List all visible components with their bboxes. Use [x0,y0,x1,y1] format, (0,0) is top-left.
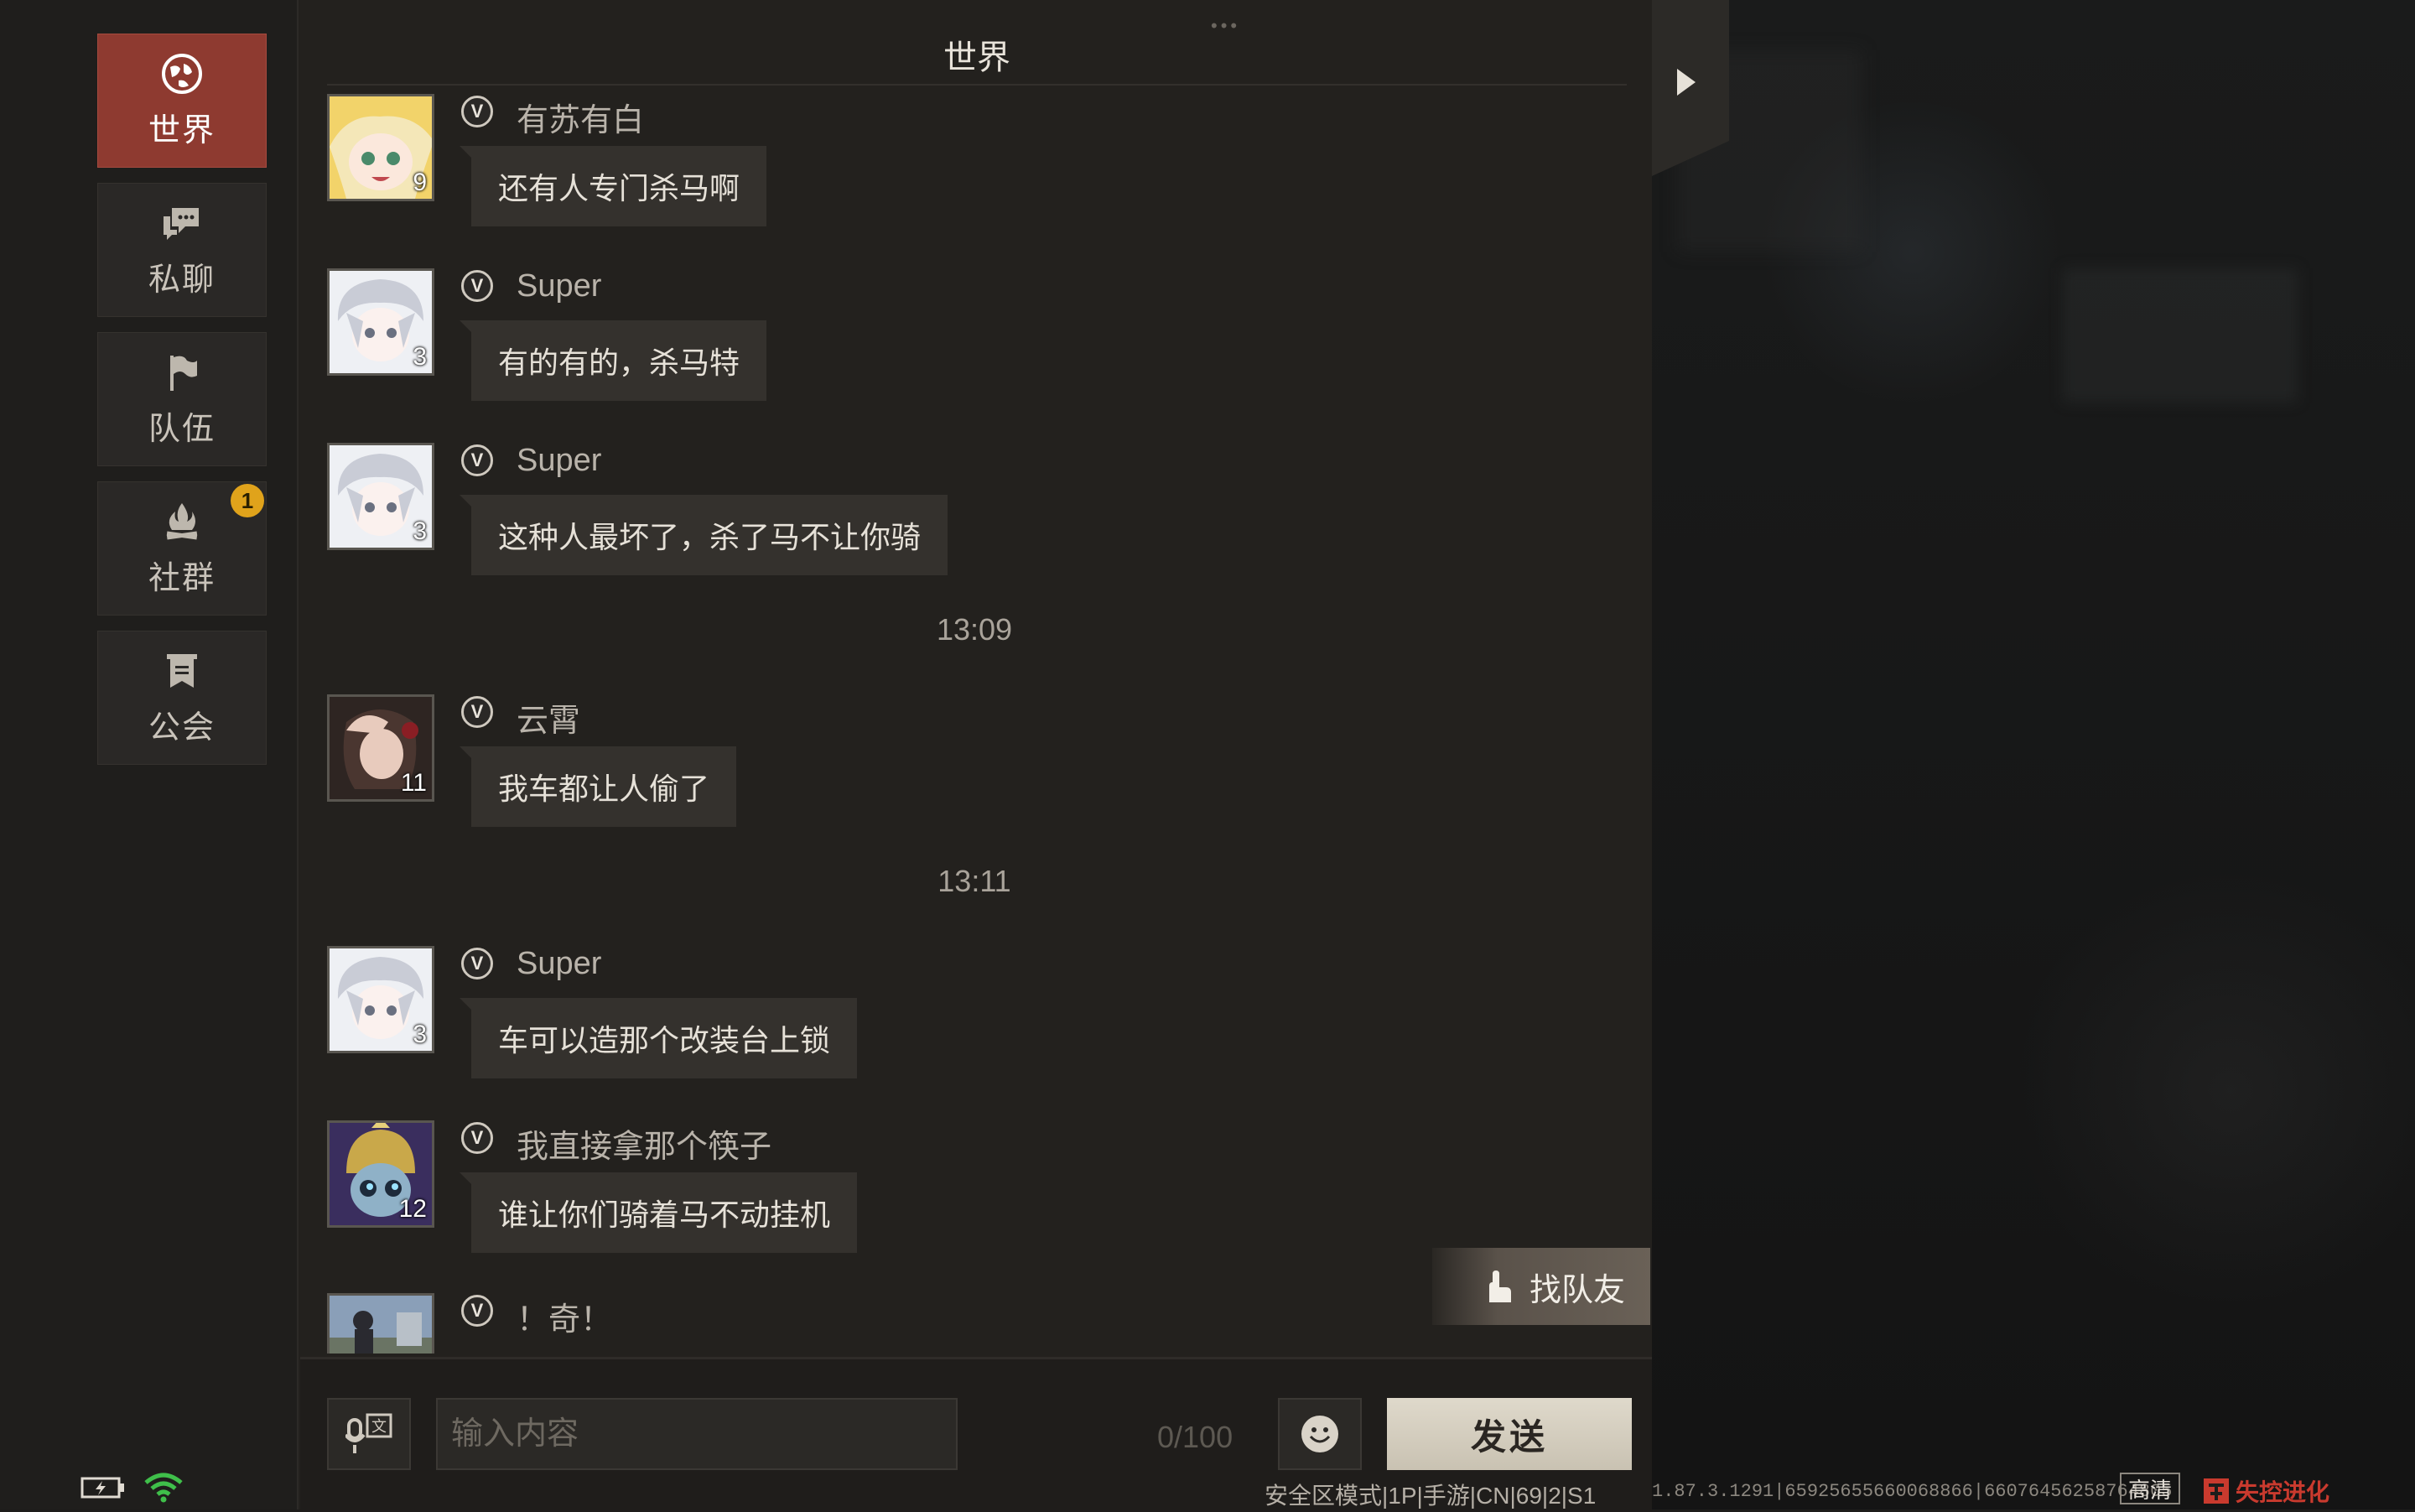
sender-name[interactable]: Super [517,268,601,304]
avatar[interactable]: 12 [327,1120,434,1228]
page-title: 世界 [943,39,1010,76]
sidebar-item-team[interactable]: 队伍 [97,332,267,466]
sidebar-item-label: 社群 [148,560,216,596]
sender-name[interactable]: Super [517,946,601,982]
game-logo: 失控进化 [2202,1474,2329,1508]
globe-icon [162,53,202,94]
blurred-scene-object [2063,268,2298,403]
chat-header: 世界 ••• [327,0,1627,86]
player-level: 9 [413,169,427,196]
voice-translate-button[interactable]: 文 [327,1398,411,1470]
message-input[interactable] [436,1398,958,1470]
emoji-button[interactable] [1278,1398,1362,1470]
send-button[interactable]: 发送 [1387,1398,1632,1470]
wifi-icon [144,1473,183,1503]
sender-name[interactable]: 云霄 [517,694,580,740]
server-info: 安全区模式|1P|手游|CN|69|2|S1 [1265,1483,1597,1509]
build-version: 1.87.3.1291|65925655660068866|6607645625… [1652,1481,2173,1502]
battery-charging-icon [80,1477,124,1499]
message-bubble[interactable]: 我车都让人偷了 [459,746,737,827]
vip-icon: V [461,1122,493,1154]
message-bubble[interactable]: 有的有的，杀马特 [459,320,767,401]
voice-to-text-icon: 文 [345,1413,392,1453]
avatar[interactable]: 3 [327,268,434,376]
chat-message: 9 V 有苏有白 还有人专门杀马啊 [327,94,1585,262]
avatar[interactable]: 9 [327,94,434,201]
vip-icon: V [461,444,493,476]
character-counter: 0/100 [1157,1420,1233,1454]
player-level: 3 [413,1021,427,1048]
sender-name[interactable]: ！奇！ [517,1293,612,1339]
find-teammates-label: 找队友 [1529,1272,1625,1308]
chat-message: 3 V Super 这种人最坏了，杀了马不让你骑 [327,443,1585,611]
sender-name[interactable]: 有苏有白 [517,94,644,140]
chat-message: 12 V 我直接拿那个筷子 谁让你们骑着马不动挂机 [327,1120,1585,1288]
play-arrow-icon [1677,69,1696,96]
message-bubble[interactable]: 谁让你们骑着马不动挂机 [459,1172,858,1253]
sidebar-item-label: 私聊 [148,262,216,298]
timestamp: 13:11 [937,864,1011,898]
find-teammates-button[interactable]: 找队友 [1432,1248,1650,1325]
sidebar-item-world[interactable]: 世界 [97,34,267,168]
notification-badge: 1 [231,484,264,517]
sidebar-item-label: 世界 [148,112,216,148]
player-level: 11 [400,769,427,797]
sidebar-item-community[interactable]: 社群 1 [97,481,267,616]
chat-message: 11 V 云霄 我车都让人偷了 [327,694,1585,862]
avatar[interactable]: 3 [327,443,434,550]
chat-message: 3 V Super 车可以造那个改装台上锁 [327,946,1585,1114]
game-logo-text: 失控进化 [2236,1479,2330,1505]
graphics-quality-button[interactable]: 高清 [2120,1473,2180,1504]
vip-icon: V [461,270,493,302]
chat-message: 3 V Super 有的有的，杀马特 [327,268,1585,436]
avatar[interactable] [327,1293,434,1354]
player-level: 12 [398,1195,427,1223]
player-level: 3 [413,343,427,371]
smiley-face-icon [1301,1416,1338,1452]
sidebar-item-guild[interactable]: 公会 [97,631,267,765]
vip-icon: V [461,1295,493,1327]
vip-icon: V [461,948,493,979]
drag-handle-icon[interactable]: ••• [1211,15,1240,37]
sender-name[interactable]: Super [517,443,601,479]
device-status [80,1473,183,1503]
message-bubble[interactable]: 这种人最坏了，杀了马不让你骑 [459,495,948,575]
player-level: 3 [413,517,427,545]
message-bubble[interactable]: 还有人专门杀马啊 [459,146,767,226]
timestamp: 13:09 [936,612,1013,647]
vip-icon: V [461,696,493,728]
game-scene-background [1644,0,2415,1509]
flag-icon [170,355,197,391]
raised-hand-icon [1488,1270,1511,1302]
chat-bubbles-icon [164,207,199,240]
sidebar-item-label: 队伍 [148,411,216,447]
vip-icon: V [461,96,493,127]
game-logo-icon [2204,1478,2229,1504]
guild-banner-icon [167,653,197,688]
channel-sidebar: 世界 私聊 队伍 社群 1 公会 [0,0,299,1509]
outdoor-photo-avatar-image [330,1296,432,1354]
sidebar-item-label: 公会 [148,709,216,746]
sidebar-item-private-chat[interactable]: 私聊 [97,183,267,317]
avatar[interactable]: 11 [327,694,434,802]
sender-name[interactable]: 我直接拿那个筷子 [517,1120,771,1166]
chat-message: V ！奇！ [327,1293,1585,1354]
message-bubble[interactable]: 车可以造那个改装台上锁 [459,998,858,1078]
avatar[interactable]: 3 [327,946,434,1053]
campfire-icon [166,502,198,539]
svg-text:文: 文 [371,1418,387,1436]
